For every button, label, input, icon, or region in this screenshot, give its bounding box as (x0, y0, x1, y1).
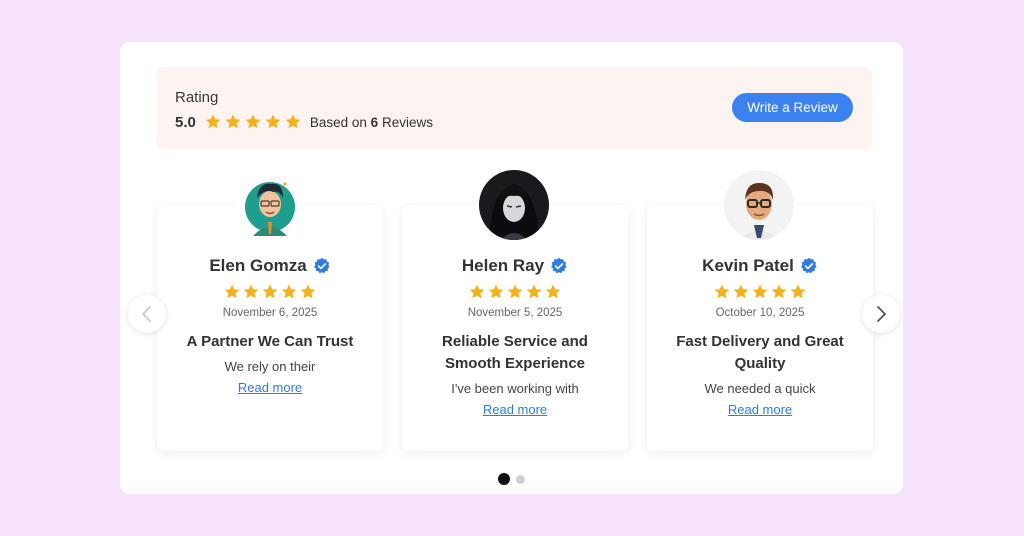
star-icon (752, 284, 768, 299)
star-icon (281, 284, 297, 299)
reviewer-name: Helen Ray (461, 256, 545, 275)
star-icon (262, 284, 278, 299)
review-excerpt: We rely on their (224, 359, 316, 374)
review-stars (157, 283, 383, 301)
star-icon (224, 284, 240, 299)
star-icon (545, 284, 561, 299)
star-icon (469, 284, 485, 299)
review-date: October 10, 2025 (715, 307, 805, 319)
based-on-text: Based on 6 Reviews (309, 114, 433, 130)
review-card: Helen Ray November 5, 2025 Reliable Serv… (402, 205, 628, 451)
star-icon (225, 114, 241, 129)
review-title: A Partner We Can Trust (186, 333, 354, 350)
review-stars (647, 283, 873, 301)
star-icon (507, 284, 523, 299)
review-count: 6 (370, 114, 379, 130)
3d-man-with-glasses-avatar-icon (724, 170, 794, 240)
star-icon (265, 114, 281, 129)
rating-label: Rating (175, 89, 219, 106)
reviewer-name: Kevin Patel (702, 256, 794, 275)
verified-badge-icon (800, 257, 817, 274)
review-title: Fast Delivery and Great Quality (676, 333, 844, 372)
star-icon (771, 284, 787, 299)
carousel-pagination (498, 473, 531, 485)
star-icon (285, 114, 301, 129)
review-excerpt: We needed a quick (704, 381, 816, 396)
carousel-next-button[interactable] (862, 295, 900, 333)
read-more-link[interactable]: Read more (483, 402, 547, 417)
star-icon (205, 114, 221, 129)
star-icon (245, 114, 261, 129)
review-date: November 5, 2025 (467, 307, 563, 319)
verified-badge-icon (551, 257, 567, 274)
star-icon (733, 284, 749, 299)
star-icon (243, 284, 259, 299)
star-icon (488, 284, 504, 299)
review-date: November 6, 2025 (222, 307, 318, 319)
reviewer-name: Elen Gomza (209, 256, 307, 275)
review-title: Reliable Service and Smooth Experience (442, 333, 588, 372)
review-stars (402, 283, 628, 301)
review-card: Kevin Patel October 10, 2025 Fast Delive… (647, 205, 873, 451)
chevron-left-icon (142, 306, 151, 322)
star-icon (790, 284, 806, 299)
pagination-dot-active[interactable] (498, 473, 510, 485)
review-excerpt: I've been working with (451, 381, 579, 396)
anime-girl-avatar-icon (479, 170, 549, 240)
review-card: Elen Gomza November 6, 2025 A Partner We… (157, 205, 383, 451)
write-review-button[interactable]: Write a Review (732, 93, 853, 122)
pagination-dot[interactable] (516, 474, 525, 484)
rating-row: 5.0 Based on 6 Reviews (175, 111, 433, 133)
rating-value: 5.0 (175, 113, 196, 131)
read-more-link[interactable]: Read more (728, 402, 792, 417)
chevron-right-icon (877, 306, 886, 322)
cartoon-man-avatar-icon (235, 170, 305, 240)
verified-badge-icon (313, 257, 330, 274)
rating-stars (204, 113, 304, 131)
carousel-prev-button[interactable] (128, 295, 166, 333)
read-more-link[interactable]: Read more (238, 380, 302, 395)
star-icon (526, 284, 542, 299)
star-icon (714, 284, 730, 299)
star-icon (300, 284, 316, 299)
rating-summary-bar: Rating 5.0 Based on 6 Reviews Write a Re… (156, 67, 872, 149)
